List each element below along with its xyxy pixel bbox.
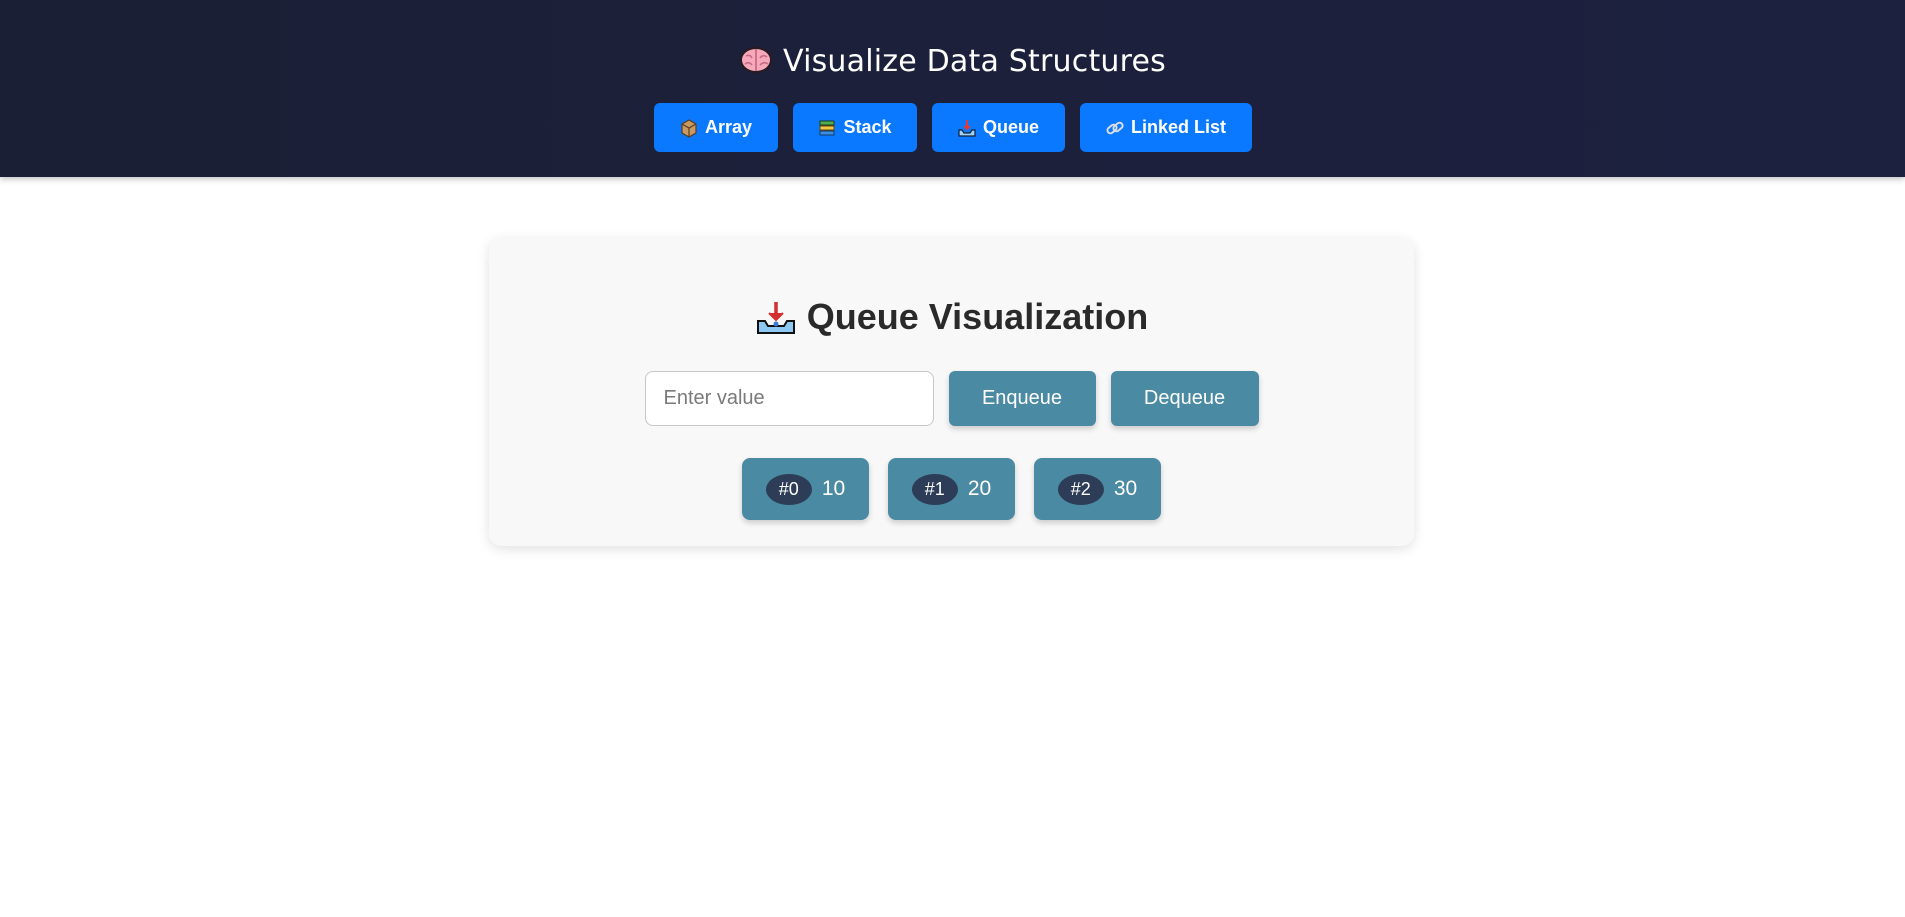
nav-linked-list-button[interactable]: Linked List xyxy=(1079,103,1252,152)
nav-bar: Array Stack Queue Linked List xyxy=(0,103,1905,152)
inbox-tray-icon xyxy=(958,119,976,137)
queue-item-index: #2 xyxy=(1057,473,1104,505)
inbox-tray-icon xyxy=(756,302,795,334)
app-title-text: Visualize Data Structures xyxy=(783,44,1166,79)
nav-linked-list-label: Linked List xyxy=(1130,117,1226,137)
queue-item: #0 10 xyxy=(742,458,869,520)
panel-title: Queue Visualization xyxy=(489,296,1414,338)
queue-panel: Queue Visualization Enqueue Dequeue #0 1… xyxy=(489,238,1414,546)
box-icon xyxy=(681,118,697,138)
nav-array-button[interactable]: Array xyxy=(653,103,778,152)
queue-item-value: 10 xyxy=(821,477,846,500)
enqueue-button[interactable]: Enqueue xyxy=(948,371,1096,426)
queue-items: #0 10 #1 20 #2 30 xyxy=(489,458,1414,520)
queue-item: #1 20 xyxy=(888,458,1015,520)
dequeue-button[interactable]: Dequeue xyxy=(1110,371,1259,426)
app-title: Visualize Data Structures xyxy=(0,44,1905,79)
brain-icon xyxy=(740,47,772,73)
queue-item-value: 20 xyxy=(967,477,992,500)
books-icon xyxy=(819,120,835,135)
queue-item: #2 30 xyxy=(1034,458,1161,520)
nav-queue-label: Queue xyxy=(982,117,1039,137)
nav-array-label: Array xyxy=(704,117,753,137)
nav-queue-button[interactable]: Queue xyxy=(931,103,1065,152)
queue-item-index: #1 xyxy=(911,473,958,505)
panel-title-text: Queue Visualization xyxy=(806,296,1149,337)
nav-stack-label: Stack xyxy=(843,117,892,137)
link-icon xyxy=(1106,121,1124,134)
queue-item-index: #0 xyxy=(765,473,812,505)
nav-stack-button[interactable]: Stack xyxy=(792,103,917,152)
app-header: Visualize Data Structures Array Stack Qu… xyxy=(0,0,1905,177)
enqueue-label: Enqueue xyxy=(981,387,1063,409)
queue-controls: Enqueue Dequeue xyxy=(489,371,1414,426)
value-input[interactable] xyxy=(644,371,934,426)
queue-item-value: 30 xyxy=(1113,477,1138,500)
dequeue-label: Dequeue xyxy=(1143,387,1226,409)
